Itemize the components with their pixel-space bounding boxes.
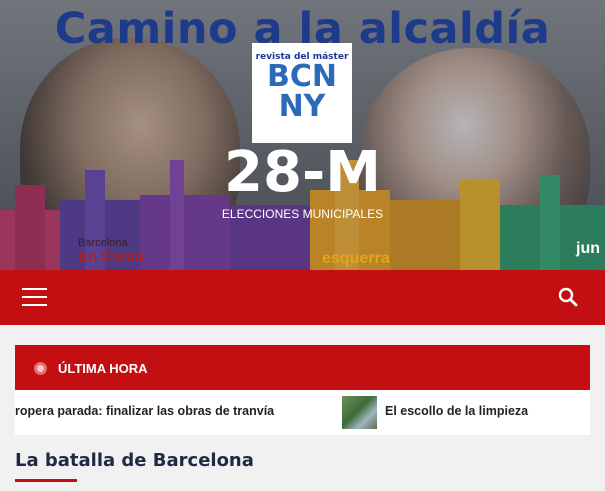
search-button[interactable] [557,286,579,308]
section-heading: La batalla de Barcelona [15,450,254,471]
main-navigation-bar [0,270,605,325]
ticker-item-link[interactable]: El escollo de la limpieza [385,404,528,418]
logo-bcn: BCN [267,59,337,94]
hamburger-icon [22,288,47,290]
party-logo-text-bottom: En Comú [78,248,144,265]
site-logo[interactable]: revista del máster BCN NY [252,43,352,143]
party-logo-barcelona-en-comu: Barcelona En Comú [78,236,144,264]
logo-ny: NY [278,89,326,124]
live-indicator-icon [34,362,47,375]
site-title[interactable]: 28-M [0,141,605,205]
ticker-items: ropera parada: finalizar las obras de tr… [15,390,590,435]
hamburger-icon-line [22,296,47,298]
hamburger-icon-line [22,304,47,306]
hamburger-menu-button[interactable] [22,288,47,308]
party-logo-junts: jun [576,240,600,257]
hero-banner: Camino a la alcaldía Barcelona En Comú e… [0,0,605,270]
site-description: ELECCIONES MUNICIPALES [221,207,384,221]
ticker-item-link[interactable]: ropera parada: finalizar las obras de tr… [15,404,274,418]
ticker-header: ÚLTIMA HORA [15,345,590,390]
ticker-title: ÚLTIMA HORA [58,361,148,376]
search-icon [558,287,578,307]
ticker-item-thumbnail[interactable] [342,396,377,429]
section-heading-underline [15,479,77,482]
party-logo-esquerra: esquerra [322,250,390,267]
breaking-news-ticker: ÚLTIMA HORA ropera parada: finalizar las… [15,345,590,435]
